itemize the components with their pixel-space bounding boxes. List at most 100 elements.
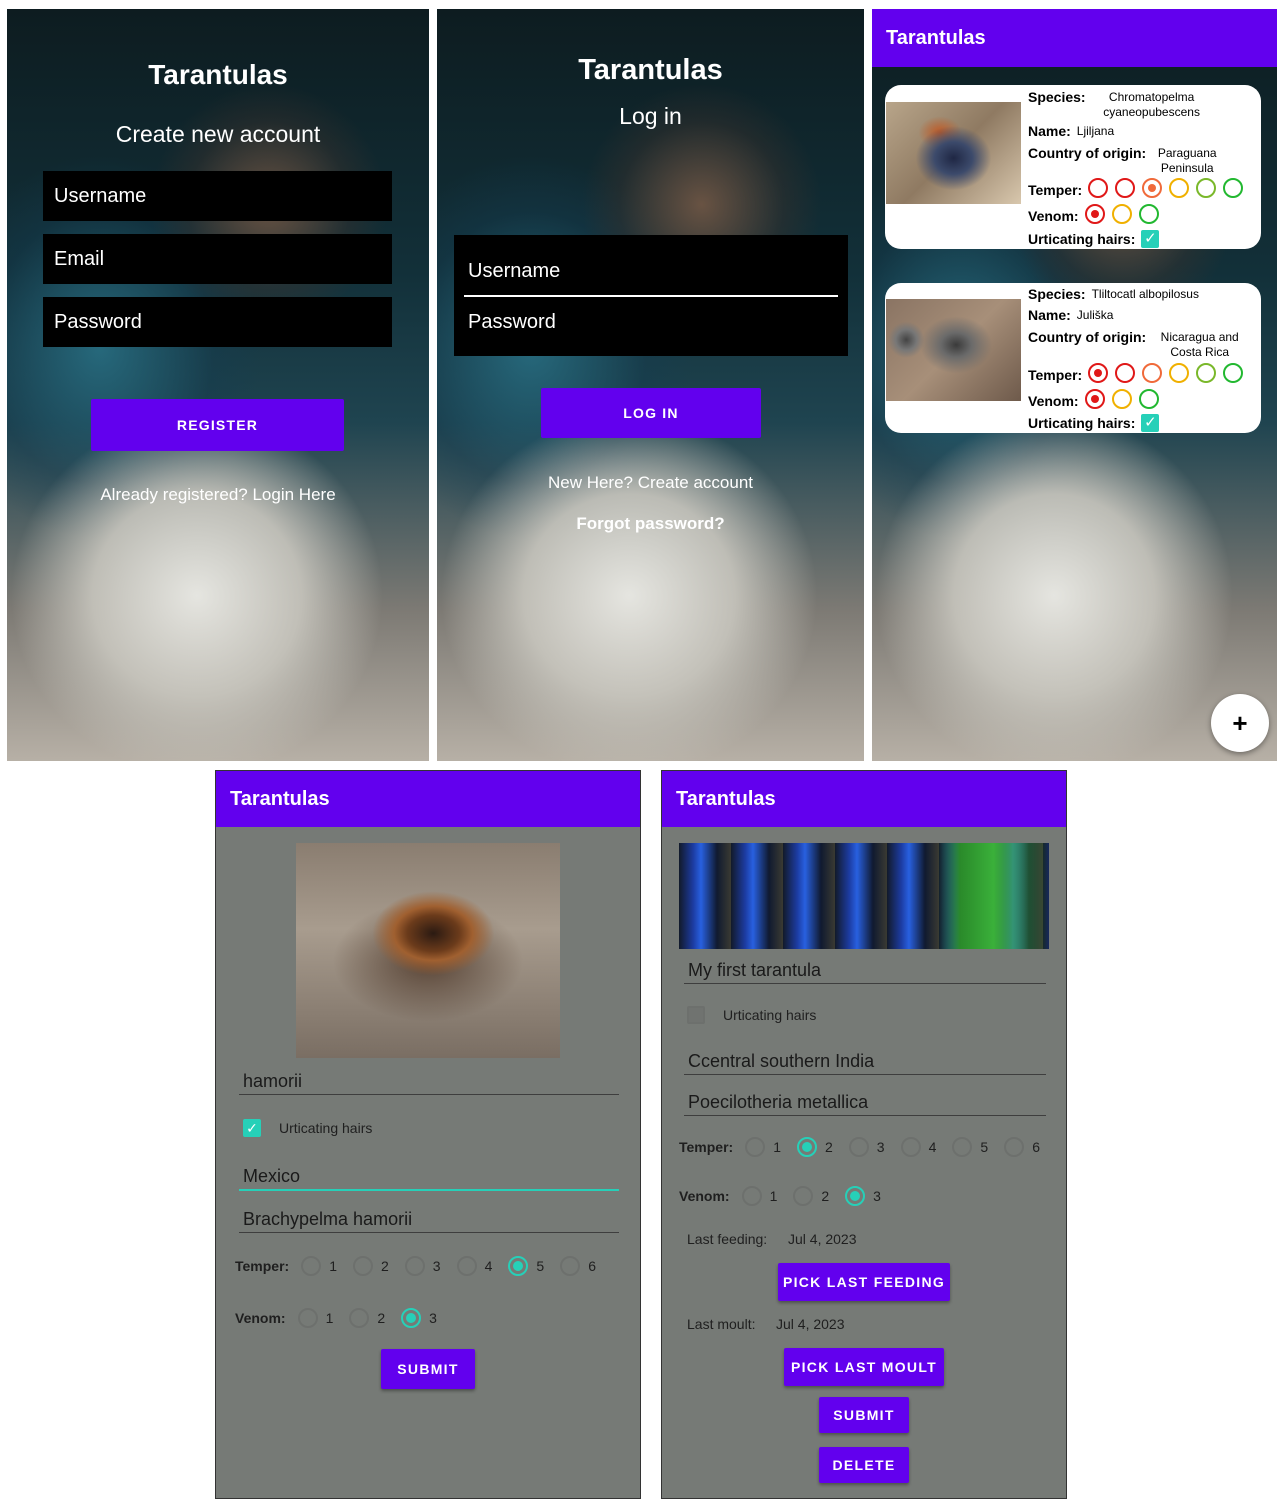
app-bar: Tarantulas [872, 9, 1277, 67]
venom-radio-2[interactable] [349, 1308, 370, 1328]
country-input[interactable]: Ccentral southern India [684, 1051, 1046, 1075]
venom-radio-2[interactable] [793, 1186, 814, 1206]
name-label: Name: [1028, 123, 1071, 139]
temper-radio-6[interactable] [1004, 1137, 1025, 1157]
temper-level-1-icon [1088, 178, 1109, 198]
urticating-checkbox-row[interactable]: Urticating hairs [687, 1006, 816, 1024]
login-subtitle: Log in [619, 103, 682, 129]
temper-radio-4[interactable] [900, 1137, 921, 1157]
login-button[interactable]: LOG IN [541, 388, 761, 438]
name-row: Name: Ljiljana [1028, 123, 1114, 139]
species-input[interactable]: Poecilotheria metallica [684, 1092, 1046, 1116]
add-tarantula-button[interactable]: + [1211, 694, 1269, 752]
urticating-checkbox-row[interactable]: ✓ Urticating hairs [243, 1119, 372, 1137]
username-underline [464, 295, 838, 297]
temper-row: Temper: [1028, 363, 1250, 386]
temper-radio-label: 3 [432, 1258, 441, 1274]
tarantula-photo[interactable] [296, 843, 560, 1058]
forgot-password-link[interactable]: Forgot password? [437, 514, 864, 534]
check-icon: ✓ [1141, 414, 1160, 432]
temper-level-4-icon [1169, 178, 1190, 198]
temper-label: Temper: [1028, 366, 1083, 383]
species-label: Species: [1028, 286, 1086, 302]
temper-level-5-icon [1196, 178, 1217, 198]
password-field[interactable]: Password [43, 297, 392, 347]
venom-radio-1[interactable] [297, 1308, 318, 1328]
app-bar-title: Tarantulas [676, 787, 776, 810]
temper-level-5-icon [1196, 363, 1217, 383]
temper-radio-4[interactable] [456, 1256, 477, 1276]
venom-level-2-icon [1111, 204, 1132, 224]
temper-radio-2[interactable] [797, 1137, 817, 1157]
temper-radio-2[interactable] [353, 1256, 373, 1276]
venom-radio-3[interactable] [401, 1308, 422, 1328]
country-value: Nicaragua and Costa Rica [1160, 330, 1239, 359]
temper-radio-1[interactable] [301, 1256, 322, 1276]
last-moult-label: Last moult: [687, 1316, 756, 1332]
urticating-row: Urticating hairs: ✓ [1028, 230, 1160, 248]
plus-icon: + [1232, 707, 1248, 738]
create-account-link[interactable]: New Here? Create account [437, 473, 864, 493]
app-bar-title: Tarantulas [886, 26, 986, 49]
species-input[interactable]: Brachypelma hamorii [239, 1209, 619, 1233]
species-row: Species: Chromatopelma cyaneopubescens [1028, 89, 1212, 120]
tarantula-photo [886, 102, 1021, 204]
checkbox-unchecked-icon[interactable] [687, 1006, 705, 1024]
venom-radio-label: 2 [377, 1310, 386, 1326]
venom-radio-label: 2 [821, 1188, 830, 1204]
species-label: Species: [1028, 89, 1086, 105]
submit-button[interactable]: SUBMIT [381, 1349, 475, 1389]
temper-radio-3[interactable] [848, 1137, 869, 1157]
temper-radio-label: 2 [825, 1139, 833, 1155]
temper-radio-5[interactable] [508, 1256, 529, 1276]
name-row: Name: Juliška [1028, 307, 1113, 323]
email-field[interactable]: Email [43, 234, 392, 284]
tarantula-card[interactable]: Species: Chromatopelma cyaneopubescens N… [885, 85, 1261, 249]
register-screen: Tarantulas Create new account Username E… [7, 9, 429, 761]
temper-radio-label: 5 [980, 1139, 989, 1155]
app-title: Tarantulas [578, 54, 723, 86]
register-button[interactable]: REGISTER [91, 399, 344, 451]
temper-radio-6[interactable] [560, 1256, 581, 1276]
delete-button[interactable]: DELETE [819, 1447, 909, 1483]
username-field[interactable]: Username [468, 260, 560, 283]
tarantula-card[interactable]: Species: Tliltocatl albopilosus Name: Ju… [885, 283, 1261, 433]
venom-row: Venom: [1028, 204, 1166, 227]
venom-level-3-icon [1138, 204, 1159, 224]
submit-button[interactable]: SUBMIT [819, 1397, 909, 1433]
venom-level-1-icon [1084, 204, 1105, 224]
login-link[interactable]: Already registered? Login Here [7, 485, 429, 505]
tarantula-photo[interactable] [679, 843, 1049, 949]
temper-radio-group: Temper: 1 2 3 4 5 6 [235, 1256, 606, 1276]
venom-label: Venom: [679, 1188, 730, 1204]
pick-last-moult-button[interactable]: PICK LAST MOULT [784, 1348, 944, 1386]
app-bar: Tarantulas [662, 771, 1066, 827]
password-field[interactable]: Password [468, 311, 556, 334]
venom-radio-label: 1 [769, 1188, 778, 1204]
temper-label: Temper: [1028, 181, 1083, 198]
tarantula-photo [886, 299, 1021, 401]
temper-level-1-icon [1088, 363, 1109, 383]
name-input[interactable]: My first tarantula [684, 960, 1046, 984]
checkbox-checked-icon[interactable]: ✓ [243, 1119, 261, 1137]
tarantula-list-screen: Tarantulas Species: Chromatopelma cyaneo… [872, 9, 1277, 761]
username-field[interactable]: Username [43, 171, 392, 221]
venom-radio-3[interactable] [845, 1186, 866, 1206]
country-input[interactable]: Mexico [239, 1166, 619, 1191]
temper-radio-3[interactable] [404, 1256, 425, 1276]
temper-rating [1088, 178, 1250, 201]
temper-radio-1[interactable] [745, 1137, 766, 1157]
venom-radio-label: 1 [325, 1310, 334, 1326]
temper-label: Temper: [679, 1139, 734, 1155]
temper-radio-label: 1 [773, 1139, 781, 1155]
last-feeding-label: Last feeding: [687, 1231, 768, 1247]
country-label: Country of origin: [1028, 329, 1147, 345]
check-icon: ✓ [1141, 230, 1160, 248]
last-feeding-value: Jul 4, 2023 [788, 1231, 857, 1247]
name-input[interactable]: hamorii [239, 1071, 619, 1095]
temper-radio-label: 2 [381, 1258, 389, 1274]
temper-radio-5[interactable] [952, 1137, 973, 1157]
temper-row: Temper: [1028, 178, 1250, 201]
venom-radio-1[interactable] [741, 1186, 762, 1206]
pick-last-feeding-button[interactable]: PICK LAST FEEDING [778, 1263, 950, 1301]
